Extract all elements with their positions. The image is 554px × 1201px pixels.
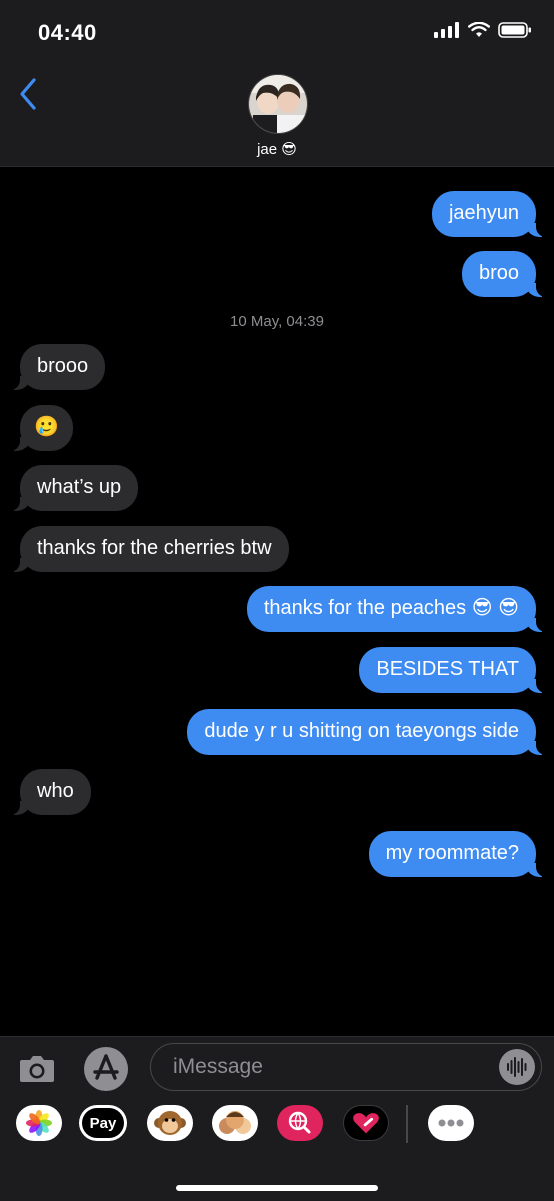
waveform-icon [507, 1057, 527, 1077]
photos-app-icon[interactable] [16, 1105, 62, 1141]
contact-avatar[interactable] [248, 74, 308, 134]
message-bubble-outgoing[interactable]: dude y r u shitting on taeyongs side [187, 709, 548, 755]
imessage-input[interactable]: iMessage [150, 1043, 542, 1091]
app-store-button[interactable] [84, 1047, 128, 1091]
message-thread: jaehyun broo 10 May, 04:39 brooo 🥲 what’… [0, 167, 554, 1036]
globe-search-icon [288, 1111, 311, 1134]
message-bubble-incoming[interactable]: thanks for the cherries btw [8, 526, 289, 572]
chevron-left-icon[interactable] [16, 76, 40, 112]
message-bubble-outgoing[interactable]: BESIDES THAT [359, 647, 548, 693]
digital-touch-app-icon[interactable] [343, 1105, 389, 1141]
app-drawer-divider [406, 1105, 408, 1143]
apple-pay-label: Pay [89, 1114, 117, 1132]
composer: iMessage Pay [0, 1036, 554, 1201]
message-timestamp: 10 May, 04:39 [230, 313, 324, 330]
photos-flower-icon [26, 1110, 52, 1136]
avatar-photo [249, 75, 307, 133]
memoji-app-icon[interactable] [212, 1105, 258, 1141]
status-bar: 04:40 [0, 0, 554, 66]
message-bubble-outgoing[interactable]: my roommate? [368, 831, 549, 877]
imessage-placeholder: iMessage [173, 1055, 263, 1078]
apple-pay-badge: Pay [82, 1108, 124, 1138]
memoji-faces-icon [219, 1111, 251, 1134]
home-indicator[interactable] [176, 1185, 378, 1191]
message-bubble-incoming[interactable]: who [8, 769, 91, 815]
signal-icon [434, 22, 459, 38]
animoji-app-icon[interactable] [147, 1105, 193, 1141]
message-bubble-outgoing[interactable]: thanks for the peaches 😎 😎 [246, 586, 549, 632]
audio-record-button[interactable] [499, 1049, 535, 1085]
message-bubble-incoming[interactable]: 🥲 [8, 405, 73, 451]
heart-touch-icon [353, 1113, 379, 1134]
ellipsis-icon [438, 1119, 464, 1127]
image-search-app-icon[interactable] [277, 1105, 323, 1141]
contact-name[interactable]: jae 😎 [0, 140, 554, 158]
status-time: 04:40 [38, 20, 97, 45]
camera-icon[interactable] [18, 1049, 56, 1087]
battery-icon [498, 22, 531, 38]
message-bubble-outgoing[interactable]: jaehyun [431, 191, 549, 237]
apple-pay-app-icon[interactable]: Pay [79, 1105, 127, 1141]
conversation-header: jae 😎 [0, 66, 554, 167]
app-drawer: Pay [0, 1105, 554, 1149]
message-bubble-incoming[interactable]: what’s up [7, 465, 139, 511]
app-store-icon [93, 1054, 119, 1080]
more-apps-icon[interactable] [428, 1105, 474, 1141]
message-bubble-outgoing[interactable]: broo [461, 251, 549, 297]
wifi-icon [468, 22, 490, 37]
status-icons [434, 22, 532, 38]
monkey-icon [154, 1111, 186, 1135]
message-bubble-incoming[interactable]: brooo [7, 344, 106, 390]
